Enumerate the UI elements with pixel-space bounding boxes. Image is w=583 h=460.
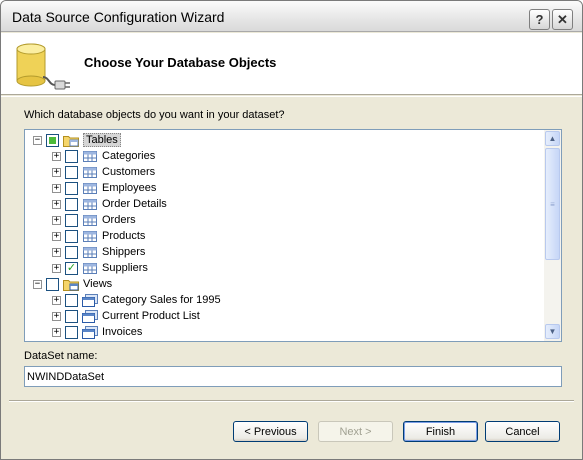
expand-icon[interactable]: +	[52, 183, 61, 193]
next-button[interactable]: Next >	[318, 421, 393, 442]
chevron-up-icon: ▲	[548, 134, 557, 143]
folder-tables-icon	[63, 134, 79, 147]
wizard-window: Data Source Configuration Wizard ? ✕ Cho…	[0, 0, 583, 460]
chevron-down-icon: ▼	[548, 327, 557, 336]
checkbox[interactable]: ✓	[65, 261, 78, 275]
checkbox[interactable]	[65, 325, 78, 339]
tree-item-row[interactable]: + Customers	[52, 164, 155, 180]
table-icon	[82, 166, 98, 179]
expand-icon[interactable]: +	[52, 167, 61, 177]
title-bar[interactable]: Data Source Configuration Wizard ? ✕	[1, 1, 582, 32]
tree-item-row[interactable]: + Products	[52, 228, 145, 244]
tree-item-row[interactable]: + Invoices	[52, 324, 142, 340]
tree-item-row[interactable]: + Employees	[52, 180, 156, 196]
tree-group-row[interactable]: − Tables	[33, 132, 121, 148]
checkbox[interactable]	[65, 197, 78, 211]
tree-item-label: Order Details	[102, 198, 167, 210]
table-icon	[82, 182, 98, 195]
expand-icon[interactable]: +	[52, 295, 61, 305]
expand-icon[interactable]: +	[52, 231, 61, 241]
tree-item-label: Categories	[102, 150, 156, 162]
expand-icon[interactable]: +	[52, 247, 61, 257]
table-icon	[82, 198, 98, 211]
table-icon	[82, 246, 98, 259]
tree-item-label: Current Product List	[102, 310, 200, 322]
tree-item-label: Orders	[102, 214, 136, 226]
tree-item-row[interactable]: + Categories	[52, 148, 155, 164]
expand-icon[interactable]: +	[52, 215, 61, 225]
tree-item-row[interactable]: + Shippers	[52, 244, 145, 260]
help-icon: ?	[535, 12, 544, 27]
prompt-label: Which database objects do you want in yo…	[24, 109, 285, 121]
database-objects-tree[interactable]: ▲ ≡ ▼ − Tables + Categories + Customers + Emplo…	[24, 129, 562, 342]
collapse-icon[interactable]: −	[33, 279, 42, 289]
tree-item-label: Products	[102, 230, 146, 242]
tree-item-label: Customers	[102, 166, 156, 178]
cancel-button[interactable]: Cancel	[485, 421, 560, 442]
checkbox[interactable]	[65, 165, 78, 179]
table-icon	[82, 150, 98, 163]
tree-item-label: Employees	[102, 182, 157, 194]
view-icon	[82, 325, 98, 339]
expand-icon[interactable]: +	[52, 199, 61, 209]
table-icon	[82, 230, 98, 243]
tree-item-label: Suppliers	[102, 262, 148, 274]
scroll-thumb[interactable]: ≡	[545, 148, 560, 260]
view-icon	[82, 293, 98, 307]
tree-item-row[interactable]: + Orders	[52, 212, 136, 228]
tree-item-label: Views	[83, 278, 113, 290]
checkbox[interactable]	[65, 149, 78, 163]
wizard-header: Choose Your Database Objects	[1, 33, 582, 95]
tree-item-row[interactable]: + Category Sales for 1995	[52, 292, 221, 308]
tree-scrollbar[interactable]: ▲ ≡ ▼	[544, 130, 561, 341]
checkbox[interactable]	[65, 245, 78, 259]
database-plug-icon	[16, 43, 70, 90]
tree-item-label: Tables	[83, 133, 121, 147]
tree-item-row[interactable]: + ✓ Suppliers	[52, 260, 148, 276]
close-button[interactable]: ✕	[552, 9, 573, 30]
finish-button[interactable]: Finish	[403, 421, 478, 442]
checkbox[interactable]	[46, 133, 59, 147]
dataset-name-label: DataSet name:	[24, 350, 98, 362]
collapse-icon[interactable]: −	[33, 135, 42, 145]
tree-item-row[interactable]: + Current Product List	[52, 308, 200, 324]
tree-group-row[interactable]: − Views	[33, 276, 112, 292]
tree-item-label: Invoices	[102, 326, 143, 338]
scroll-down-button[interactable]: ▼	[545, 324, 560, 339]
close-icon: ✕	[557, 11, 568, 27]
checkbox[interactable]	[46, 277, 59, 291]
grip-icon: ≡	[550, 199, 555, 209]
tree-item-label: Shippers	[102, 246, 146, 258]
dataset-name-input[interactable]	[24, 366, 562, 387]
previous-button[interactable]: < Previous	[233, 421, 308, 442]
footer-divider-highlight	[9, 401, 574, 402]
folder-views-icon	[63, 278, 79, 291]
expand-icon[interactable]: +	[52, 327, 61, 337]
expand-icon[interactable]: +	[52, 311, 61, 321]
expand-icon[interactable]: +	[52, 263, 61, 273]
tree-item-label: Category Sales for 1995	[102, 294, 221, 306]
checkbox[interactable]	[65, 229, 78, 243]
window-title: Data Source Configuration Wizard	[12, 9, 225, 25]
view-icon	[82, 309, 98, 323]
checkbox[interactable]	[65, 213, 78, 227]
checkbox[interactable]	[65, 309, 78, 323]
table-icon	[82, 214, 98, 227]
checkbox[interactable]	[65, 181, 78, 195]
tree-item-row[interactable]: + Order Details	[52, 196, 167, 212]
divider	[1, 96, 582, 97]
checkbox[interactable]	[65, 293, 78, 307]
page-title: Choose Your Database Objects	[84, 55, 277, 70]
help-button[interactable]: ?	[529, 9, 550, 30]
expand-icon[interactable]: +	[52, 151, 61, 161]
scroll-up-button[interactable]: ▲	[545, 131, 560, 146]
table-icon	[82, 262, 98, 275]
